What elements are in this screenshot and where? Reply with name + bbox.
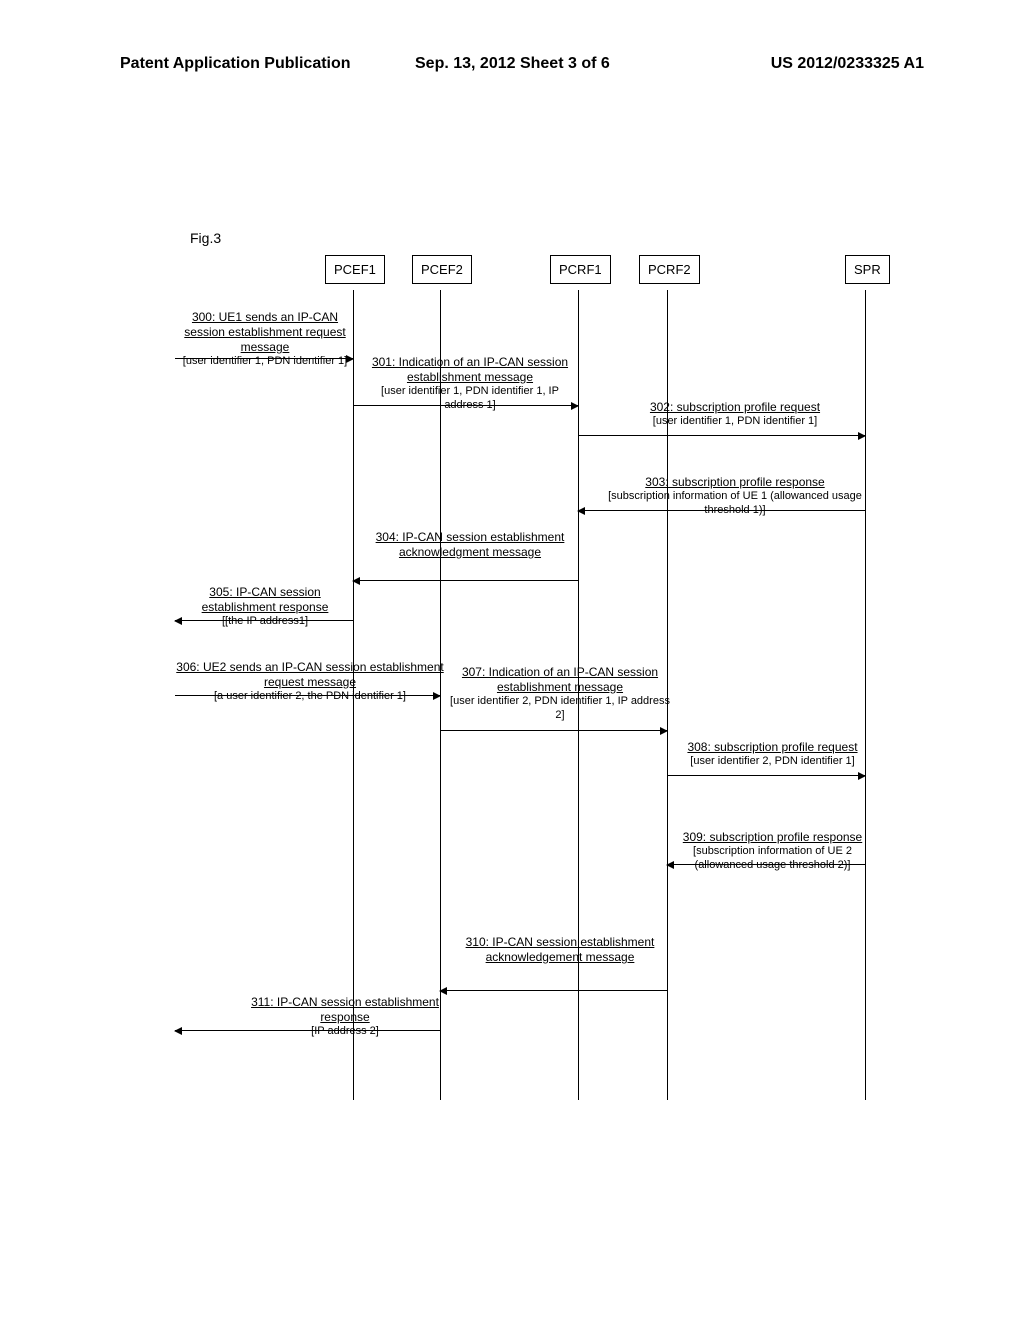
msg-308-sub: [user identifier 2, PDN identifier 1] bbox=[675, 755, 870, 769]
arrow-301 bbox=[353, 405, 578, 406]
msg-307-sub: [user identifier 2, PDN identifier 1, IP… bbox=[450, 695, 670, 723]
msg-302-sub: [user identifier 1, PDN identifier 1] bbox=[605, 415, 865, 429]
arrow-311 bbox=[175, 1030, 440, 1031]
msg-309-sub: [subscription information of UE 2 (allow… bbox=[675, 845, 870, 873]
msg-308-label: 308: subscription profile request bbox=[675, 740, 870, 755]
arrow-308 bbox=[667, 775, 865, 776]
header-left: Patent Application Publication bbox=[120, 55, 351, 73]
arrow-307 bbox=[440, 730, 667, 731]
msg-300: 300: UE1 sends an IP-CAN session establi… bbox=[170, 310, 360, 369]
msg-311-label: 311: IP-CAN session establishment respon… bbox=[245, 995, 445, 1025]
msg-302: 302: subscription profile request [user … bbox=[605, 400, 865, 429]
msg-302-label: 302: subscription profile request bbox=[605, 400, 865, 415]
figure-label: Fig.3 bbox=[190, 230, 221, 246]
page: Patent Application Publication Sep. 13, … bbox=[0, 0, 1024, 1320]
arrow-304 bbox=[353, 580, 578, 581]
header-center: Sep. 13, 2012 Sheet 3 of 6 bbox=[415, 55, 610, 73]
entity-pcrf1: PCRF1 bbox=[550, 255, 611, 284]
arrow-305 bbox=[175, 620, 353, 621]
arrow-306 bbox=[175, 695, 440, 696]
msg-301: 301: Indication of an IP-CAN session est… bbox=[365, 355, 575, 413]
entity-pcrf2: PCRF2 bbox=[639, 255, 700, 284]
msg-309-label: 309: subscription profile response bbox=[675, 830, 870, 845]
msg-301-label: 301: Indication of an IP-CAN session est… bbox=[365, 355, 575, 385]
arrow-300 bbox=[175, 358, 353, 359]
msg-300-label: 300: UE1 sends an IP-CAN session establi… bbox=[170, 310, 360, 355]
msg-303: 303: subscription profile response [subs… bbox=[605, 475, 865, 518]
msg-304-label: 304: IP-CAN session establishment acknow… bbox=[360, 530, 580, 560]
arrow-309 bbox=[667, 864, 865, 865]
msg-303-sub: [subscription information of UE 1 (allow… bbox=[605, 490, 865, 518]
msg-310-label: 310: IP-CAN session establishment acknow… bbox=[450, 935, 670, 965]
msg-305: 305: IP-CAN session establishment respon… bbox=[175, 585, 355, 629]
msg-301-sub: [user identifier 1, PDN identifier 1, IP… bbox=[365, 385, 575, 413]
entity-spr: SPR bbox=[845, 255, 890, 284]
msg-306-sub: [a user identifier 2, the PDN identifier… bbox=[170, 690, 450, 704]
msg-304: 304: IP-CAN session establishment acknow… bbox=[360, 530, 580, 560]
entity-pcef1: PCEF1 bbox=[325, 255, 385, 284]
entity-pcef2: PCEF2 bbox=[412, 255, 472, 284]
msg-305-label: 305: IP-CAN session establishment respon… bbox=[175, 585, 355, 615]
lifeline-spr bbox=[865, 290, 866, 1100]
msg-309: 309: subscription profile response [subs… bbox=[675, 830, 870, 873]
header-right: US 2012/0233325 A1 bbox=[771, 55, 924, 73]
msg-306-label: 306: UE2 sends an IP-CAN session establi… bbox=[170, 660, 450, 690]
msg-308: 308: subscription profile request [user … bbox=[675, 740, 870, 769]
msg-310: 310: IP-CAN session establishment acknow… bbox=[450, 935, 670, 965]
arrow-310 bbox=[440, 990, 667, 991]
msg-303-label: 303: subscription profile response bbox=[605, 475, 865, 490]
msg-311: 311: IP-CAN session establishment respon… bbox=[245, 995, 445, 1039]
arrow-302 bbox=[578, 435, 865, 436]
arrow-303 bbox=[578, 510, 865, 511]
msg-311-sub: [IP address 2] bbox=[245, 1025, 445, 1039]
msg-306: 306: UE2 sends an IP-CAN session establi… bbox=[170, 660, 450, 704]
msg-305-sub: [[the IP address1] bbox=[175, 615, 355, 629]
msg-307-label: 307: Indication of an IP-CAN session est… bbox=[450, 665, 670, 695]
sequence-diagram: Fig.3 PCEF1 PCEF2 PCRF1 PCRF2 SPR 300: U… bbox=[175, 230, 875, 1100]
msg-307: 307: Indication of an IP-CAN session est… bbox=[450, 665, 670, 723]
